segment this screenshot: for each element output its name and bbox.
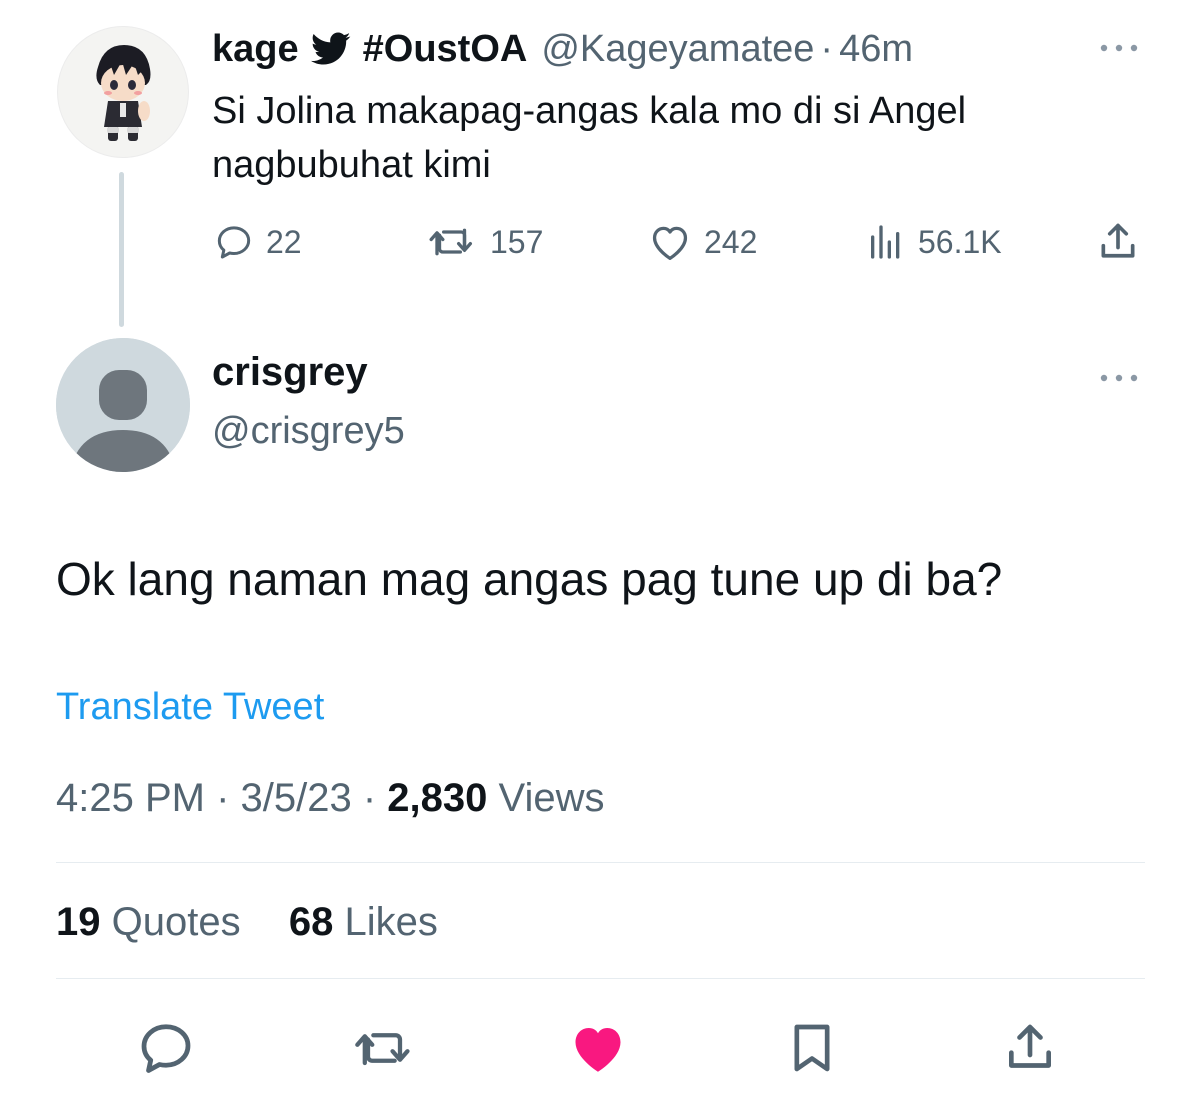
tweet-metadata: 4:25 PM · 3/5/23 · 2,830 Views: [56, 776, 604, 821]
parent-reply-count: 22: [266, 223, 302, 260]
main-display-name[interactable]: crisgrey: [212, 350, 368, 395]
bookmark-button[interactable]: [780, 1016, 844, 1080]
retweet-icon: [429, 228, 472, 256]
share-upload-icon: [1101, 223, 1135, 258]
share-upload-icon: [1009, 1024, 1051, 1068]
parent-handle[interactable]: @Kageyamatee: [541, 28, 814, 71]
main-more-button[interactable]: [1098, 371, 1142, 389]
parent-retweet-count: 157: [490, 223, 544, 260]
parent-tweet-text: Si Jolina makapag-angas kala mo di si An…: [212, 90, 967, 186]
likes-stat[interactable]: 68 Likes: [289, 900, 438, 944]
likes-label: Likes: [333, 900, 438, 944]
main-handle[interactable]: @crisgrey5: [212, 410, 405, 453]
parent-share-button[interactable]: [1096, 220, 1140, 264]
reply-bubble-icon: [217, 226, 251, 259]
parent-retweet-button[interactable]: 157: [426, 220, 543, 264]
meta-separator: ·: [204, 776, 241, 820]
bookmark-icon: [794, 1024, 830, 1072]
heart-filled-icon: [575, 1028, 621, 1072]
quotes-stat[interactable]: 19 Quotes: [56, 900, 241, 944]
parent-tweet-header: kage #OustOA @Kageyamatee · 46m: [212, 24, 913, 74]
twitter-bird-icon: [310, 32, 351, 66]
views-label: Views: [487, 776, 605, 820]
parent-reply-button[interactable]: 22: [214, 220, 302, 264]
chibi-avatar-illustration: [96, 45, 151, 141]
more-dots-icon: [1100, 374, 1138, 382]
parent-display-name[interactable]: kage: [212, 28, 299, 71]
tweet-date[interactable]: 3/5/23: [241, 776, 352, 820]
views-count: 2,830: [387, 776, 488, 820]
parent-view-count: 56.1K: [918, 223, 1002, 260]
likes-count: 68: [288, 900, 334, 944]
parent-name-hashtag[interactable]: #OustOA: [363, 28, 528, 71]
parent-like-button[interactable]: 242: [648, 220, 757, 264]
parent-timestamp[interactable]: 46m: [839, 28, 913, 71]
divider-bottom: [56, 978, 1145, 979]
retweet-button[interactable]: [352, 1016, 416, 1080]
thread-connector-line: [119, 172, 124, 327]
more-dots-icon: [1100, 44, 1138, 52]
parent-views-button[interactable]: 56.1K: [866, 220, 1002, 264]
parent-like-count: 242: [704, 223, 758, 260]
divider-top: [56, 862, 1145, 863]
share-button[interactable]: [998, 1016, 1062, 1080]
quotes-count: 19: [56, 900, 101, 944]
quotes-label: Quotes: [100, 900, 241, 944]
parent-separator: ·: [820, 27, 834, 70]
like-button[interactable]: [566, 1016, 630, 1080]
main-avatar[interactable]: [56, 338, 190, 472]
views-bar-chart-icon: [871, 225, 900, 259]
parent-more-button[interactable]: [1098, 41, 1142, 59]
engagement-stats: 19 Quotes 68 Likes: [56, 900, 438, 945]
parent-avatar[interactable]: [57, 26, 189, 158]
meta-separator: ·: [351, 776, 388, 820]
default-profile-icon: [56, 338, 190, 472]
reply-button[interactable]: [134, 1016, 198, 1080]
tweet-time[interactable]: 4:25 PM: [56, 776, 205, 820]
main-tweet-text: Ok lang naman mag angas pag tune up di b…: [56, 553, 1003, 605]
heart-icon: [652, 226, 688, 260]
reply-bubble-icon: [141, 1024, 191, 1073]
translate-tweet-link[interactable]: Translate Tweet: [56, 686, 324, 729]
retweet-icon: [355, 1033, 410, 1066]
